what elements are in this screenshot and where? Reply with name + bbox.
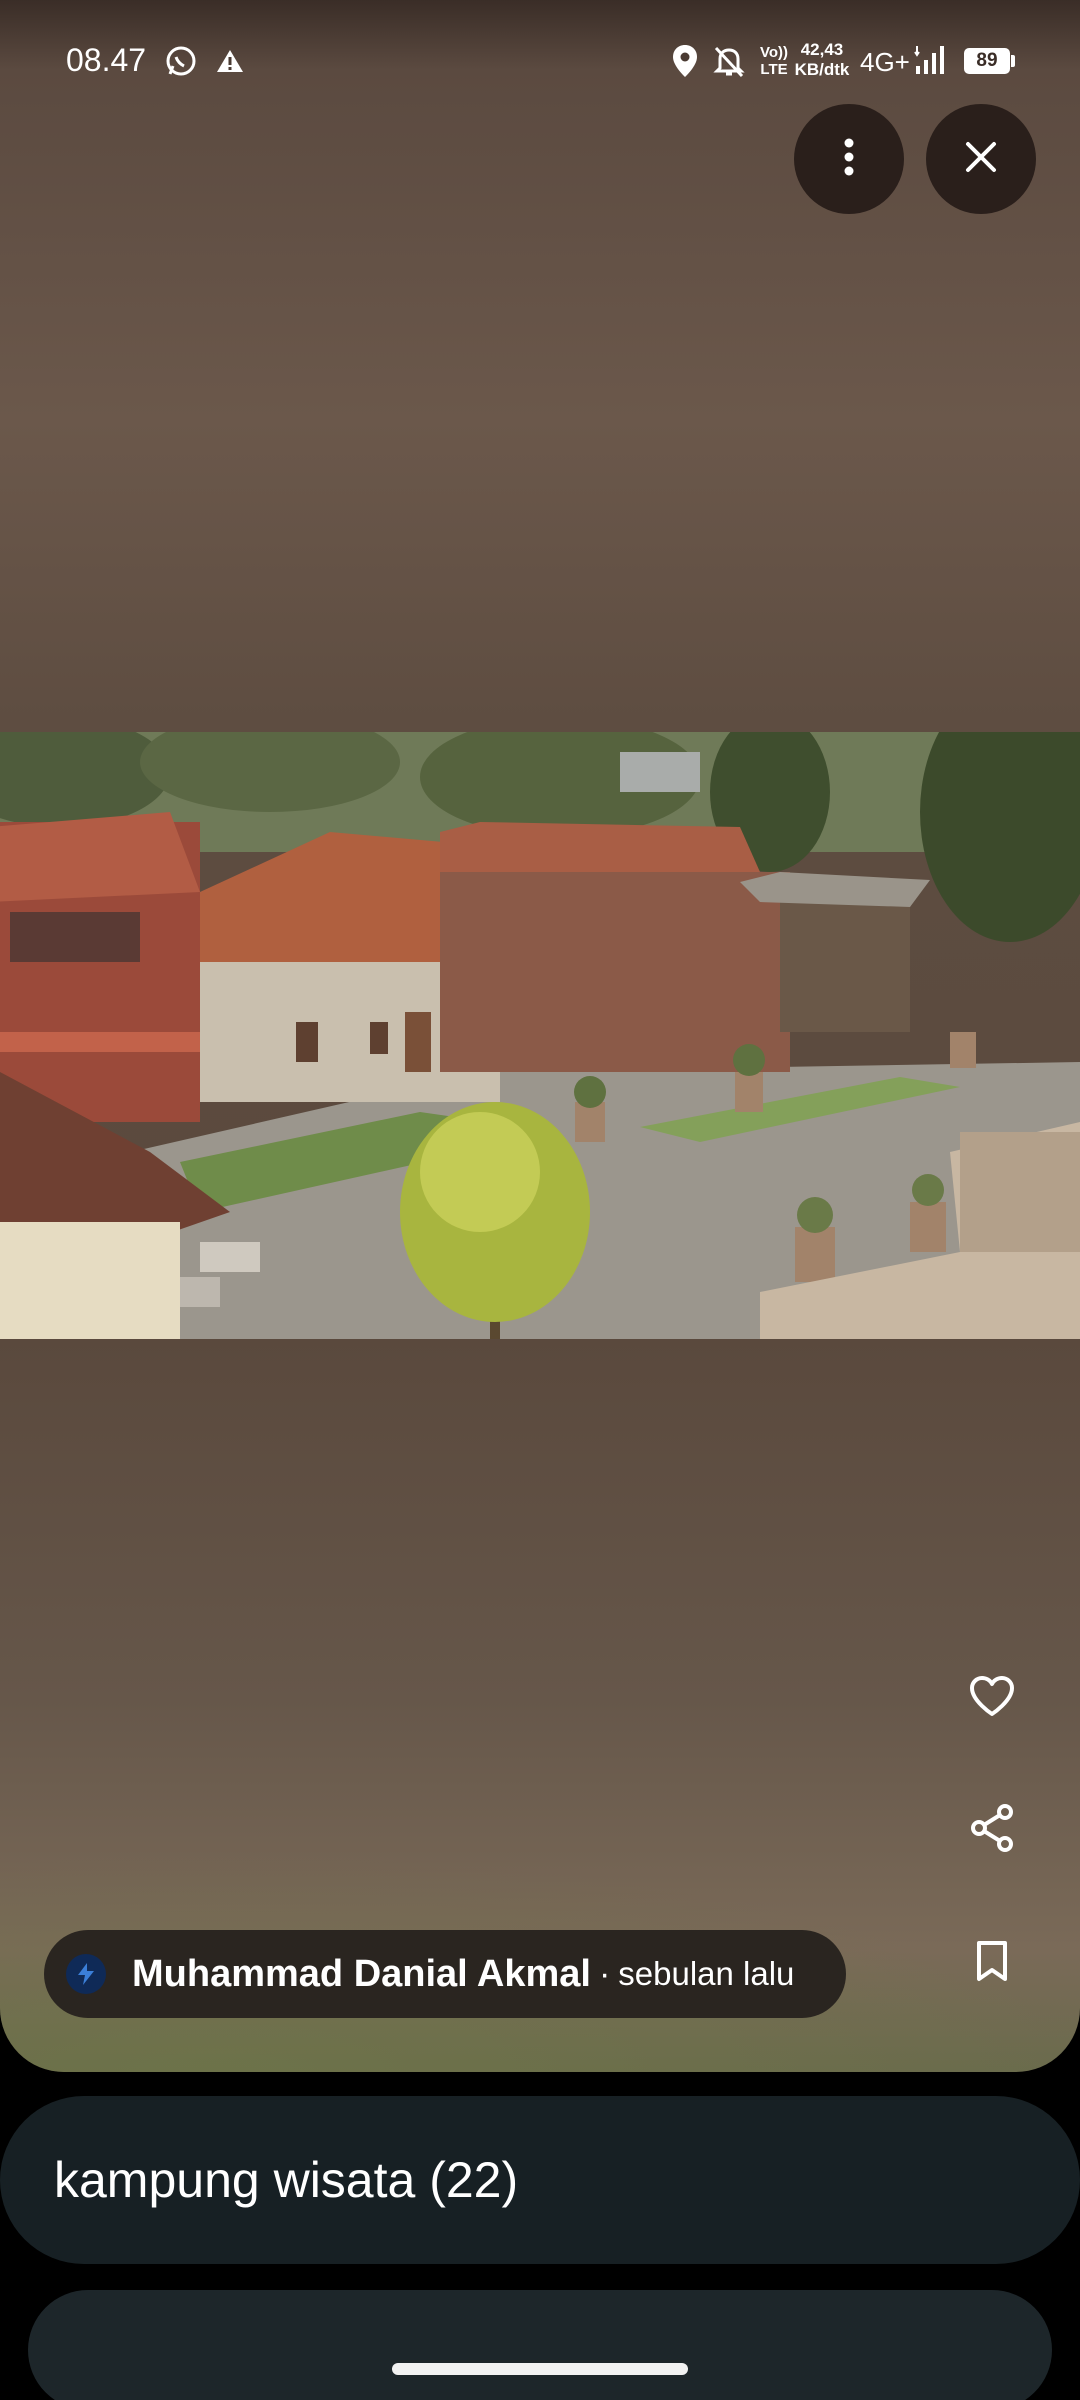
bookmark-icon — [975, 1940, 1009, 1987]
warning-icon — [216, 48, 244, 79]
whatsapp-icon — [164, 44, 198, 83]
signal-icon — [914, 44, 948, 81]
battery-tip — [1011, 55, 1015, 67]
mute-bell-icon — [712, 44, 746, 83]
battery-level: 89 — [976, 50, 998, 71]
gesture-nav-handle[interactable] — [392, 2363, 688, 2375]
share-icon — [970, 1803, 1014, 1857]
author-time: sebulan lalu — [618, 1955, 795, 1992]
more-vert-icon — [843, 137, 855, 182]
author-chip[interactable]: Muhammad Danial Akmal · sebulan lalu — [44, 1930, 846, 2018]
lightning-icon — [78, 1963, 94, 1985]
next-card[interactable] — [28, 2290, 1052, 2400]
status-time: 08.47 — [66, 42, 147, 78]
author-name: Muhammad Danial Akmal — [132, 1952, 591, 1995]
album-title: kampung wisata (22) — [54, 2152, 519, 2208]
network-speed: 42,43 KB/dtk — [792, 40, 852, 80]
battery-icon: 89 — [964, 48, 1010, 74]
author-separator: · — [598, 1954, 611, 1993]
status-bar: 08.47 Vo)) LTE 42,43 KB/dtk 4G+ 89 — [0, 0, 1080, 120]
location-icon — [672, 44, 698, 83]
close-button[interactable] — [926, 104, 1036, 214]
lte-label: LTE — [760, 61, 788, 78]
save-button[interactable] — [957, 1928, 1027, 1998]
more-options-button[interactable] — [794, 104, 904, 214]
speed-unit: KB/dtk — [794, 60, 850, 79]
album-card[interactable]: kampung wisata (22) — [0, 2096, 1080, 2264]
heart-icon — [969, 1675, 1015, 1722]
photo-image[interactable] — [0, 732, 1080, 1339]
close-icon — [965, 141, 997, 178]
like-button[interactable] — [957, 1663, 1027, 1733]
network-type: 4G+ — [860, 47, 910, 77]
screen: 08.47 Vo)) LTE 42,43 KB/dtk 4G+ 89 Muham… — [0, 0, 1080, 2400]
volte-indicator: Vo)) LTE — [754, 44, 794, 78]
avatar — [66, 1954, 106, 1994]
speed-value: 42,43 — [800, 40, 844, 59]
photo-viewer: 08.47 Vo)) LTE 42,43 KB/dtk 4G+ 89 Muham… — [0, 0, 1080, 2072]
volte-label: Vo)) — [759, 44, 789, 61]
share-button[interactable] — [957, 1795, 1027, 1865]
